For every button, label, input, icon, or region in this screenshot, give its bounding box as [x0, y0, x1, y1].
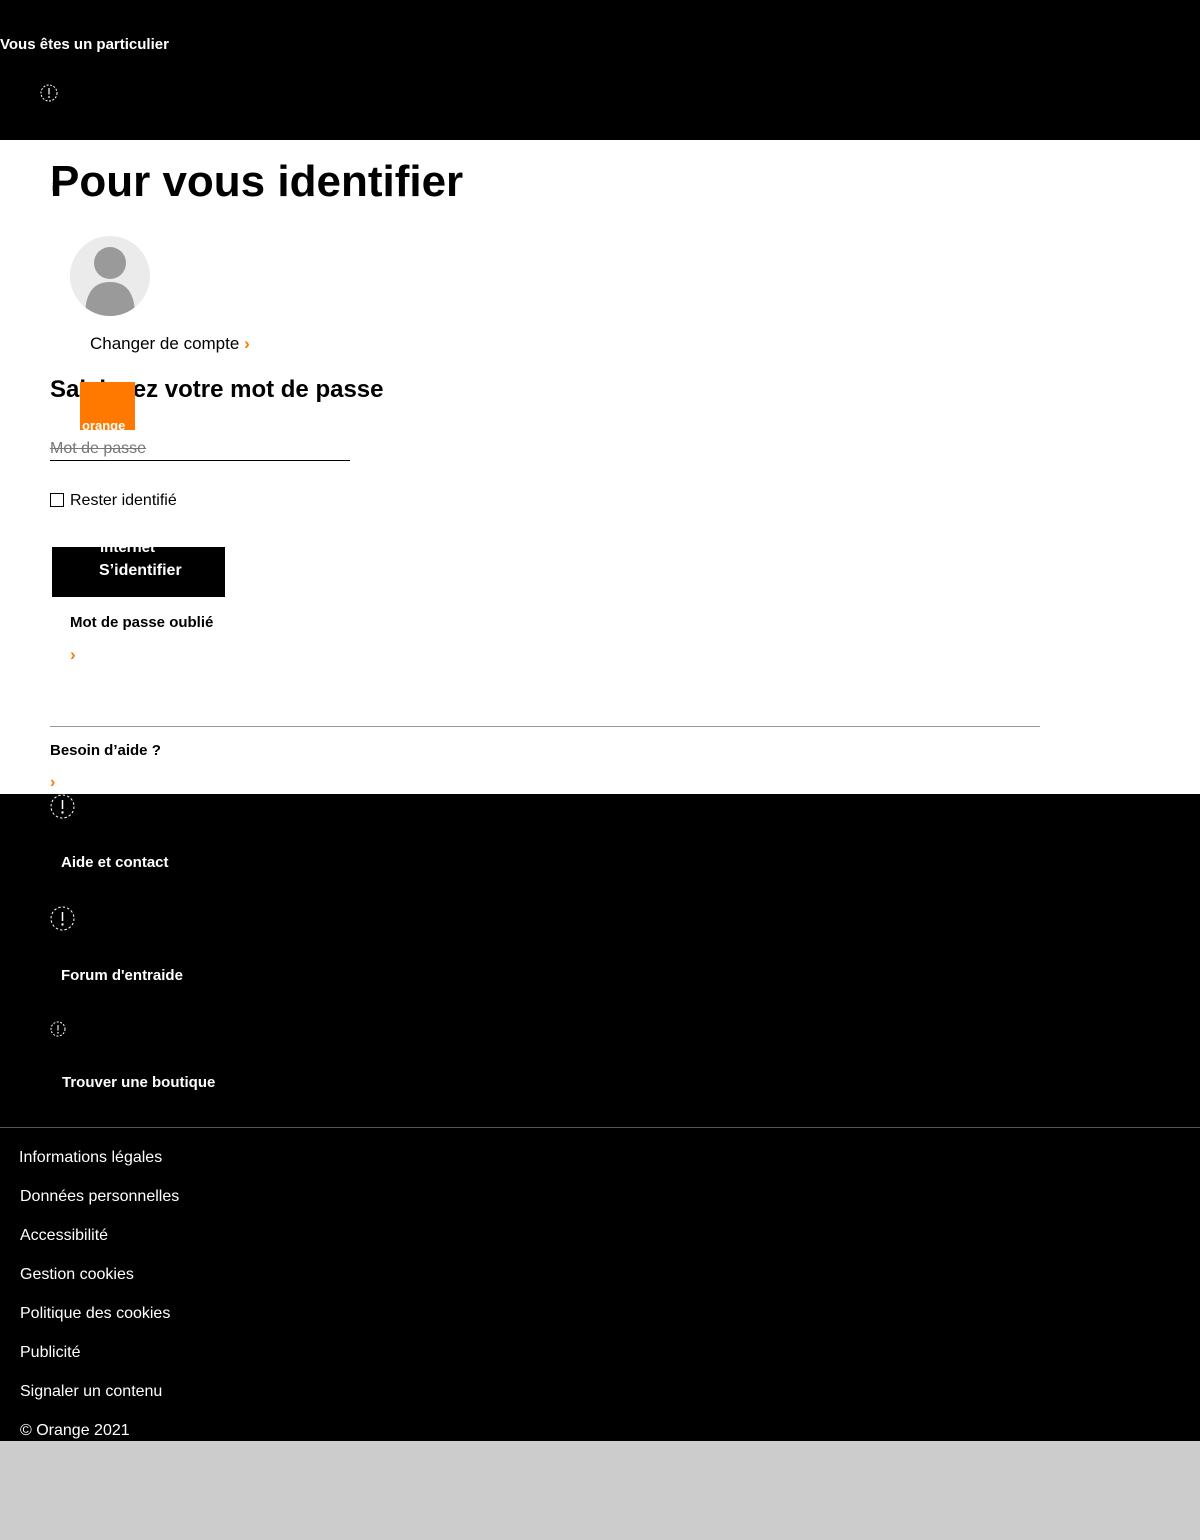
help-link-contact[interactable]: Aide et contact — [61, 854, 169, 871]
switch-account-label: Changer de compte — [90, 334, 240, 353]
submit-button[interactable]: internet S’identifier — [52, 539, 225, 597]
footer-link-accessibility[interactable]: Accessibilité — [20, 1227, 108, 1245]
remember-me-label: Rester identifié — [70, 492, 177, 509]
footer-link-report-content[interactable]: Signaler un contenu — [20, 1383, 162, 1401]
page-title: Pour vous identifier — [50, 157, 464, 206]
footer-link-personal-data[interactable]: Données personnelles — [20, 1188, 179, 1206]
remember-me-checkbox[interactable]: Rester identifié — [50, 492, 177, 510]
password-field[interactable] — [50, 438, 350, 461]
info-circle-icon — [50, 906, 75, 931]
help-heading: Besoin d’aide ? — [50, 742, 161, 759]
help-section: Aide et contact Forum d'entraide Trouver… — [0, 794, 1200, 1128]
help-link-forum[interactable]: Forum d'entraide — [61, 967, 183, 984]
header-title: Vous êtes un particulier — [0, 36, 169, 53]
login-panel — [0, 140, 1200, 794]
submit-overlap-text: internet — [100, 539, 156, 556]
divider — [50, 726, 1040, 727]
info-circle-icon — [50, 1021, 66, 1037]
footer-link-cookie-management[interactable]: Gestion cookies — [20, 1266, 134, 1284]
stray-glyph: i — [52, 182, 55, 194]
forgot-password-link[interactable]: Mot de passe oublié — [70, 614, 213, 631]
site-footer: Informations légales Données personnelle… — [0, 1127, 1200, 1441]
chevron-right-icon[interactable]: › — [70, 645, 76, 665]
site-header — [0, 0, 1200, 140]
avatar — [70, 236, 150, 316]
copyright: © Orange 2021 — [20, 1422, 130, 1439]
user-avatar-icon — [85, 247, 135, 316]
footer-link-cookie-policy[interactable]: Politique des cookies — [20, 1305, 170, 1323]
chevron-right-icon: › — [244, 334, 250, 353]
chevron-right-icon[interactable]: › — [50, 774, 55, 792]
switch-account-link[interactable]: Changer de compte › — [90, 334, 250, 354]
orange-logo: orange — [80, 382, 135, 433]
submit-label: S’identifier — [99, 562, 182, 579]
help-link-store[interactable]: Trouver une boutique — [62, 1074, 215, 1091]
footer-link-legal[interactable]: Informations légales — [19, 1149, 162, 1167]
info-circle-icon — [50, 794, 75, 819]
checkbox-box[interactable] — [50, 493, 64, 507]
footer-link-advertising[interactable]: Publicité — [20, 1344, 80, 1362]
logo-text: orange — [82, 418, 126, 433]
info-circle-icon — [40, 84, 58, 102]
